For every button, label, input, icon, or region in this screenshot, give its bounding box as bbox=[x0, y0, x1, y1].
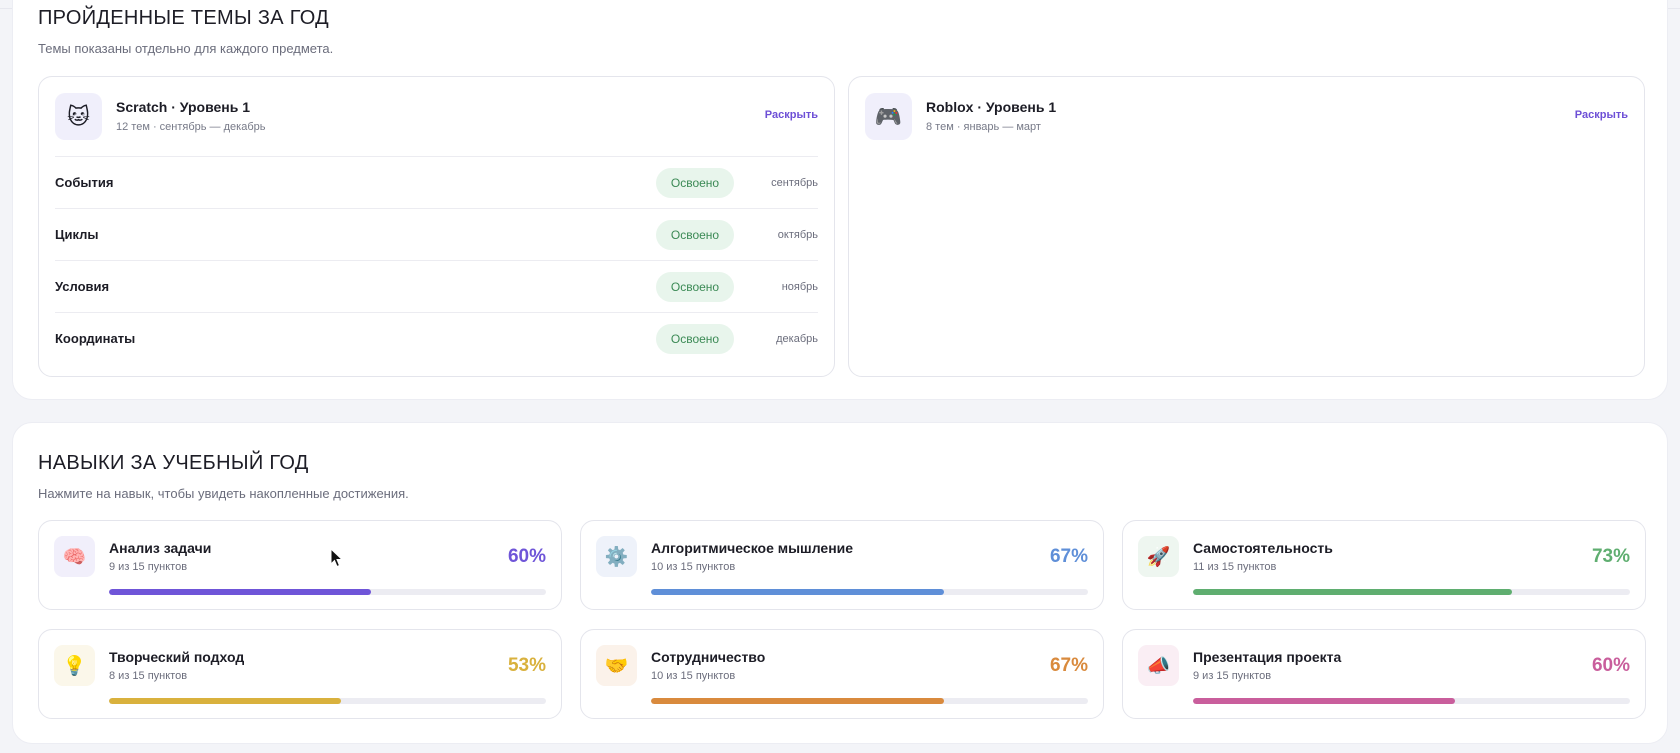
gamepad-icon: 🎮 bbox=[865, 93, 912, 140]
course-card-scratch: 🐱 Scratch · Уровень 1 12 тем · сентябрь … bbox=[38, 76, 835, 377]
skill-percent: 67% bbox=[1049, 655, 1088, 676]
topic-row: Циклы Освоено октябрь bbox=[55, 208, 818, 260]
skill-points: 9 из 15 пунктов bbox=[1193, 670, 1272, 682]
skill-progress-fill bbox=[651, 589, 944, 595]
skill-card-independence[interactable]: 🚀 Самостоятельность 11 из 15 пунктов 73% bbox=[1122, 520, 1646, 610]
skill-points: 10 из 15 пунктов bbox=[651, 561, 736, 573]
skill-percent: 60% bbox=[1591, 655, 1630, 676]
skill-title: Анализ задачи bbox=[109, 540, 212, 556]
skill-progress-track bbox=[651, 589, 1088, 595]
skill-card-creative[interactable]: 💡 Творческий подход 8 из 15 пунктов 53% bbox=[38, 629, 562, 719]
topic-name: Координаты bbox=[55, 331, 136, 346]
topic-month: сентябрь bbox=[771, 176, 818, 189]
topic-row: События Освоено сентябрь bbox=[55, 156, 818, 208]
topics-panel: ПРОЙДЕННЫЕ ТЕМЫ ЗА ГОД Темы показаны отд… bbox=[12, 0, 1668, 400]
skill-progress-track bbox=[1193, 698, 1630, 704]
skill-percent: 60% bbox=[507, 546, 546, 567]
skill-percent: 67% bbox=[1049, 546, 1088, 567]
status-badge: Освоено bbox=[656, 271, 734, 302]
light-bulb-icon: 💡 bbox=[54, 645, 95, 686]
skill-title: Презентация проекта bbox=[1193, 649, 1342, 665]
topic-name: События bbox=[55, 175, 114, 190]
topic-month: ноябрь bbox=[781, 280, 818, 293]
skill-title: Алгоритмическое мышление bbox=[651, 540, 854, 556]
expand-button[interactable]: Раскрыть bbox=[765, 109, 818, 121]
skill-card-presentation[interactable]: 📣 Презентация проекта 9 из 15 пунктов 60… bbox=[1122, 629, 1646, 719]
skill-progress-fill bbox=[1193, 698, 1456, 704]
skill-card-collaboration[interactable]: 🤝 Сотрудничество 10 из 15 пунктов 67% bbox=[580, 629, 1104, 719]
topic-row: Координаты Освоено декабрь bbox=[55, 312, 818, 364]
skill-title: Самостоятельность bbox=[1193, 540, 1333, 556]
gear-icon: ⚙️ bbox=[596, 536, 637, 577]
topic-list: События Освоено сентябрь Циклы Освоено о… bbox=[55, 156, 818, 364]
course-title: Roblox · Уровень 1 bbox=[926, 99, 1057, 115]
status-badge: Освоено bbox=[656, 167, 734, 198]
skills-section-subtitle: Нажмите на навык, чтобы увидеть накоплен… bbox=[38, 486, 409, 501]
skill-points: 9 из 15 пунктов bbox=[109, 561, 188, 573]
skill-progress-fill bbox=[651, 698, 944, 704]
course-meta: 12 тем · сентябрь — декабрь bbox=[116, 121, 266, 133]
course-card-header: 🐱 Scratch · Уровень 1 12 тем · сентябрь … bbox=[55, 93, 818, 141]
brain-icon: 🧠 bbox=[54, 536, 95, 577]
rocket-icon: 🚀 bbox=[1138, 536, 1179, 577]
skill-progress-track bbox=[1193, 589, 1630, 595]
course-title: Scratch · Уровень 1 bbox=[116, 99, 251, 115]
skill-progress-fill bbox=[109, 589, 372, 595]
handshake-icon: 🤝 bbox=[596, 645, 637, 686]
megaphone-icon: 📣 bbox=[1138, 645, 1179, 686]
skill-points: 10 из 15 пунктов bbox=[651, 670, 736, 682]
topic-month: декабрь bbox=[776, 332, 818, 345]
topic-name: Циклы bbox=[55, 227, 99, 242]
skills-section-title: НАВЫКИ ЗА УЧЕБНЫЙ ГОД bbox=[38, 452, 309, 474]
expand-button[interactable]: Раскрыть bbox=[1575, 109, 1628, 121]
skill-points: 11 из 15 пунктов bbox=[1193, 561, 1277, 573]
topic-month: октябрь bbox=[777, 228, 818, 241]
status-badge: Освоено bbox=[656, 219, 734, 250]
topics-section-subtitle: Темы показаны отдельно для каждого предм… bbox=[38, 41, 334, 56]
skill-card-analysis[interactable]: 🧠 Анализ задачи 9 из 15 пунктов 60% bbox=[38, 520, 562, 610]
skill-progress-fill bbox=[1193, 589, 1512, 595]
skill-points: 8 из 15 пунктов bbox=[109, 670, 188, 682]
skill-progress-fill bbox=[109, 698, 341, 704]
skill-title: Творческий подход bbox=[109, 649, 245, 665]
skills-panel: НАВЫКИ ЗА УЧЕБНЫЙ ГОД Нажмите на навык, … bbox=[12, 422, 1668, 744]
skill-percent: 73% bbox=[1591, 546, 1630, 567]
skill-card-algorithmic[interactable]: ⚙️ Алгоритмическое мышление 10 из 15 пун… bbox=[580, 520, 1104, 610]
skill-progress-track bbox=[109, 698, 546, 704]
topics-section-title: ПРОЙДЕННЫЕ ТЕМЫ ЗА ГОД bbox=[38, 7, 330, 29]
mouse-cursor-icon bbox=[330, 548, 344, 568]
skill-progress-track bbox=[651, 698, 1088, 704]
course-card-header: 🎮 Roblox · Уровень 1 8 тем · январь — ма… bbox=[865, 93, 1628, 141]
course-card-roblox: 🎮 Roblox · Уровень 1 8 тем · январь — ма… bbox=[848, 76, 1645, 377]
cat-face-icon: 🐱 bbox=[55, 93, 102, 140]
skill-percent: 53% bbox=[507, 655, 546, 676]
topic-row: Условия Освоено ноябрь bbox=[55, 260, 818, 312]
status-badge: Освоено bbox=[656, 323, 734, 354]
skill-title: Сотрудничество bbox=[651, 649, 766, 665]
course-meta: 8 тем · январь — март bbox=[926, 121, 1041, 133]
skill-progress-track bbox=[109, 589, 546, 595]
topic-name: Условия bbox=[55, 279, 110, 294]
